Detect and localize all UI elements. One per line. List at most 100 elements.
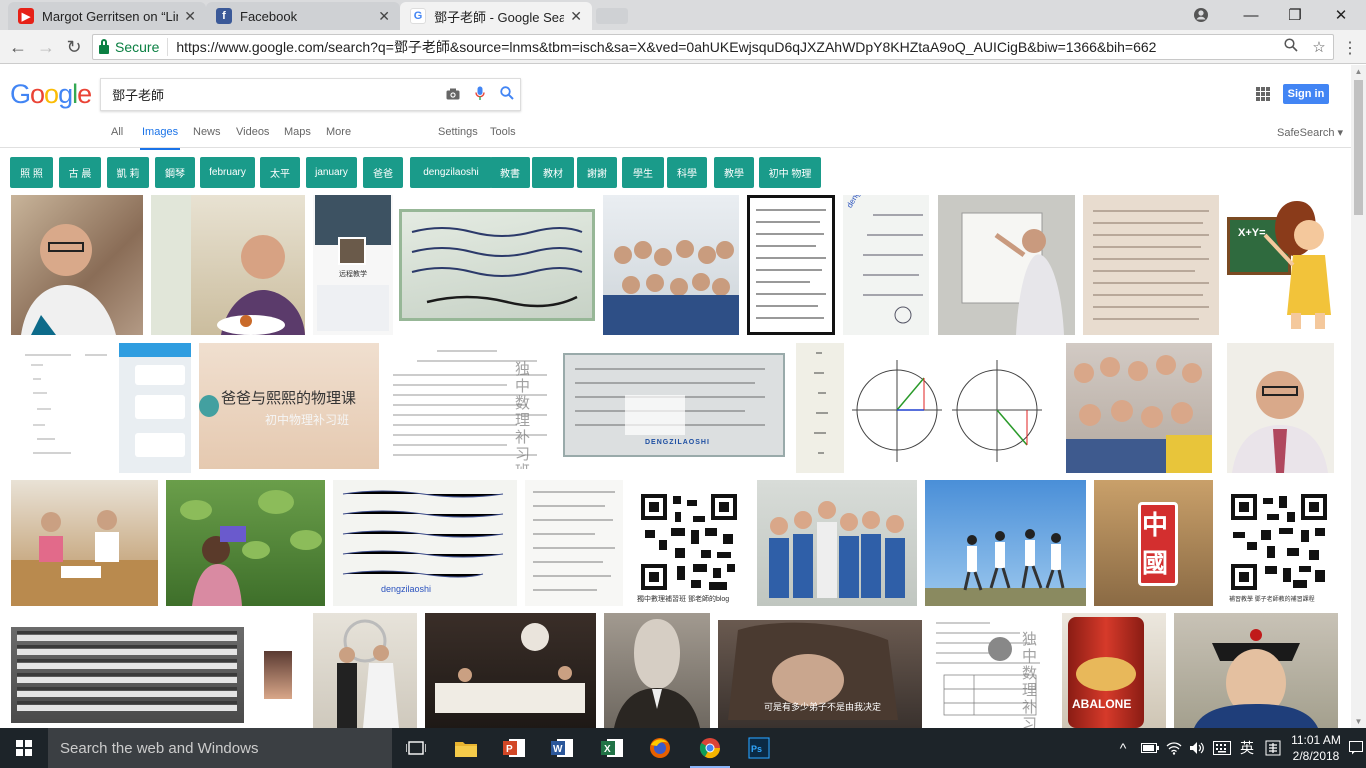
- image-result[interactable]: [313, 613, 417, 728]
- chip[interactable]: 爸爸: [363, 157, 403, 188]
- chip[interactable]: 凱 莉: [107, 157, 149, 188]
- reload-icon[interactable]: ↻: [61, 35, 87, 59]
- image-result[interactable]: [151, 195, 305, 335]
- chip[interactable]: january: [306, 157, 357, 188]
- menu-icon[interactable]: ⋮: [1340, 38, 1360, 58]
- chip[interactable]: 謝謝: [577, 157, 617, 188]
- image-result[interactable]: 爸爸与熙熙的物理课 初中物理补习班: [199, 343, 379, 469]
- start-button[interactable]: [0, 728, 48, 768]
- microphone-icon[interactable]: [466, 86, 493, 104]
- image-result[interactable]: [119, 343, 191, 473]
- scroll-up-icon[interactable]: ▲: [1351, 67, 1366, 76]
- image-result[interactable]: [747, 195, 835, 335]
- back-icon[interactable]: ←: [5, 35, 31, 59]
- chip[interactable]: 教材: [532, 157, 574, 188]
- battery-icon[interactable]: [1138, 728, 1162, 768]
- image-result[interactable]: 独中数理补习班: [387, 343, 555, 469]
- apps-grid-icon[interactable]: [1256, 87, 1270, 101]
- image-result[interactable]: [166, 480, 325, 606]
- search-input[interactable]: 鄧子老師: [101, 85, 439, 104]
- image-result[interactable]: [938, 195, 1075, 335]
- minimize-icon[interactable]: —: [1228, 0, 1274, 30]
- notifications-icon[interactable]: [1346, 728, 1366, 768]
- ime-indicator[interactable]: 英: [1236, 728, 1258, 768]
- scroll-down-icon[interactable]: ▼: [1351, 717, 1366, 726]
- url-text[interactable]: https://www.google.com/search?q=鄧子老師&sou…: [168, 37, 1277, 57]
- tab-images[interactable]: Images: [139, 126, 181, 150]
- chip[interactable]: 照 照: [10, 157, 53, 188]
- close-icon[interactable]: ✕: [378, 8, 390, 25]
- tab-tools[interactable]: Tools: [490, 126, 516, 138]
- secure-indicator[interactable]: Secure: [93, 38, 169, 56]
- show-hidden-icons[interactable]: ^: [1112, 728, 1134, 768]
- close-window-icon[interactable]: ✕: [1318, 0, 1364, 30]
- close-icon[interactable]: ✕: [184, 8, 196, 25]
- file-explorer-icon[interactable]: [442, 728, 490, 768]
- safesearch-dropdown[interactable]: SafeSearch ▾: [1277, 126, 1343, 139]
- word-icon[interactable]: W: [538, 728, 586, 768]
- tab-settings[interactable]: Settings: [438, 126, 478, 138]
- image-result[interactable]: 獨中數理補習班 鄧老師的blog: [631, 480, 749, 606]
- search-icon[interactable]: [493, 86, 520, 103]
- tab-facebook[interactable]: f Facebook ✕: [206, 2, 400, 30]
- image-result[interactable]: [525, 480, 623, 606]
- address-bar[interactable]: Secure https://www.google.com/search?q=鄧…: [92, 34, 1334, 60]
- image-result[interactable]: 独中数理补习班: [930, 613, 1050, 728]
- zoom-icon[interactable]: [1277, 38, 1305, 56]
- image-result[interactable]: [1083, 195, 1219, 335]
- tab-maps[interactable]: Maps: [284, 126, 311, 138]
- chip[interactable]: 鋼琴: [155, 157, 195, 188]
- system-clock[interactable]: 11:01 AM 2/8/2018: [1290, 732, 1342, 764]
- firefox-icon[interactable]: [636, 728, 684, 768]
- tab-videos[interactable]: Videos: [236, 126, 269, 138]
- image-result[interactable]: [1066, 343, 1212, 473]
- image-result[interactable]: [11, 627, 244, 723]
- tab-google-search[interactable]: G 鄧子老師 - Google Searc ✕: [400, 2, 592, 30]
- keyboard-icon[interactable]: [1210, 728, 1234, 768]
- bookmark-star-icon[interactable]: ☆: [1305, 38, 1333, 56]
- page-scrollbar[interactable]: ▲ ▼: [1351, 65, 1366, 728]
- restore-icon[interactable]: ❐: [1272, 0, 1318, 30]
- excel-icon[interactable]: X: [588, 728, 636, 768]
- image-result[interactable]: [425, 613, 596, 728]
- profile-icon[interactable]: [1178, 0, 1224, 30]
- image-result[interactable]: dengzilaoshi: [333, 480, 517, 606]
- image-result[interactable]: [603, 195, 739, 335]
- forward-icon[interactable]: →: [33, 35, 59, 59]
- image-result[interactable]: dengzilaoshi: [843, 195, 929, 335]
- camera-icon[interactable]: [439, 87, 466, 103]
- image-result[interactable]: 補習教學 鄧子老師教的補習課程: [1221, 480, 1339, 606]
- image-result[interactable]: [399, 209, 595, 321]
- chip[interactable]: 初中 物理: [759, 157, 821, 188]
- chrome-icon[interactable]: [686, 728, 734, 768]
- image-result[interactable]: [925, 480, 1086, 606]
- image-result[interactable]: ABALONE: [1062, 613, 1166, 728]
- tab-all[interactable]: All: [111, 126, 123, 138]
- image-result[interactable]: [264, 651, 292, 699]
- image-result[interactable]: [604, 613, 710, 728]
- image-result[interactable]: [11, 195, 143, 335]
- image-result[interactable]: 可是有多少弟子不是由我决定: [718, 620, 922, 728]
- image-result[interactable]: 中 國: [1094, 480, 1213, 606]
- google-logo[interactable]: Google: [10, 79, 92, 110]
- scrollbar-thumb[interactable]: [1354, 80, 1363, 215]
- image-result[interactable]: [852, 350, 1055, 467]
- tab-news[interactable]: News: [193, 126, 221, 138]
- sign-in-button[interactable]: Sign in: [1283, 84, 1329, 104]
- chip[interactable]: 古 晨: [59, 157, 101, 188]
- image-result[interactable]: [1227, 343, 1334, 473]
- image-result[interactable]: [796, 343, 844, 473]
- image-result[interactable]: X+Y=: [1227, 195, 1339, 335]
- image-result[interactable]: [757, 480, 917, 606]
- wifi-icon[interactable]: [1163, 728, 1185, 768]
- chip[interactable]: dengzilaoshi: [410, 157, 492, 188]
- image-result[interactable]: [11, 480, 158, 606]
- tab-more[interactable]: More: [326, 126, 351, 138]
- taskbar-search-box[interactable]: Search the web and Windows: [48, 728, 392, 768]
- chip[interactable]: 科學: [667, 157, 707, 188]
- photoshop-icon[interactable]: Ps: [735, 728, 783, 768]
- chip[interactable]: 教學: [714, 157, 754, 188]
- image-result[interactable]: DENGZILAOSHI: [563, 353, 785, 457]
- powerpoint-icon[interactable]: P: [490, 728, 538, 768]
- close-icon[interactable]: ✕: [570, 8, 582, 25]
